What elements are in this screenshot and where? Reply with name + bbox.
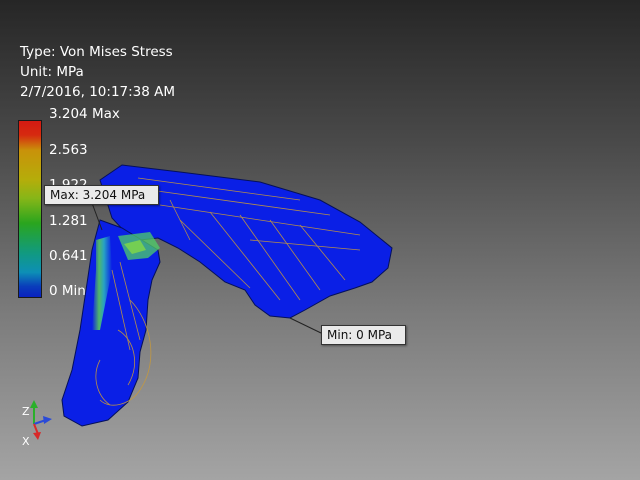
stress-model-viewport[interactable] (0, 0, 640, 480)
min-stress-probe[interactable]: Min: 0 MPa (321, 325, 406, 345)
triad-z-label: Z (22, 405, 30, 418)
max-stress-probe[interactable]: Max: 3.204 MPa (44, 185, 159, 205)
triad-x-label: X (22, 435, 30, 448)
